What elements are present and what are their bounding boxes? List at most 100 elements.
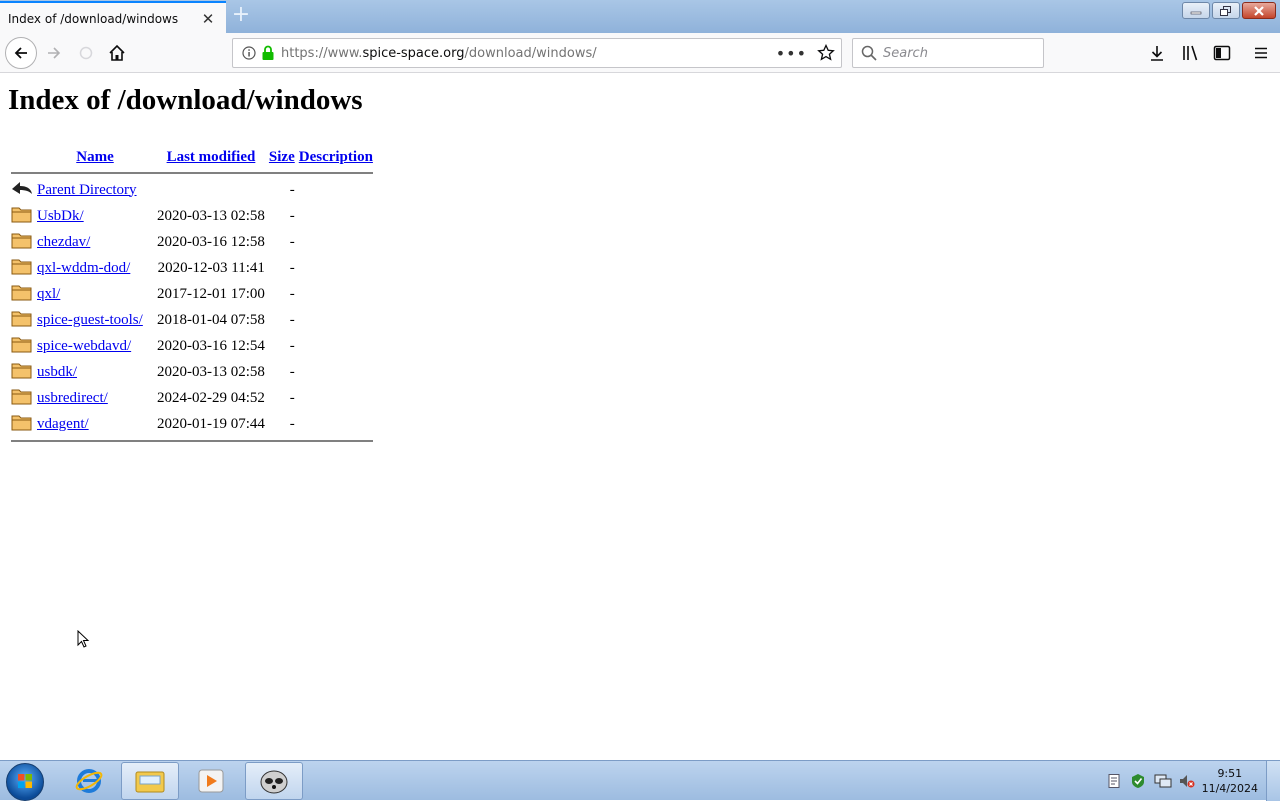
size-cell: - xyxy=(289,415,295,432)
page-actions-icon[interactable]: ••• xyxy=(776,44,807,63)
size-cell: - xyxy=(289,363,295,380)
close-tab-icon[interactable]: ✕ xyxy=(196,7,220,31)
menu-button[interactable] xyxy=(1247,39,1275,67)
size-cell: - xyxy=(289,233,295,250)
window-controls xyxy=(1182,2,1276,19)
size-cell: - xyxy=(289,311,295,328)
description-cell xyxy=(298,282,374,306)
page-content: Index of /download/windows Name Last mod… xyxy=(0,74,1280,760)
restore-icon xyxy=(1220,5,1231,16)
reload-button[interactable] xyxy=(72,39,100,67)
start-button[interactable] xyxy=(6,763,44,801)
forward-button[interactable] xyxy=(40,39,68,67)
sort-modified-link[interactable]: Last modified xyxy=(167,149,256,165)
restore-button[interactable] xyxy=(1212,2,1240,19)
taskbar-media-player[interactable] xyxy=(182,762,240,800)
folder-link[interactable]: spice-webdavd/ xyxy=(37,338,131,354)
show-desktop-button[interactable] xyxy=(1266,761,1280,801)
system-tray: 9:51 11/4/2024 xyxy=(1106,761,1280,801)
description-cell xyxy=(298,334,374,358)
folder-link[interactable]: vdagent/ xyxy=(37,416,89,432)
folder-icon xyxy=(11,389,32,404)
url-bar[interactable]: https://www.spice-space.org/download/win… xyxy=(232,38,842,68)
tab-strip: Index of /download/windows ✕ + xyxy=(0,0,1280,34)
sort-size-link[interactable]: Size xyxy=(269,149,295,165)
description-cell xyxy=(298,360,374,384)
tab-active[interactable]: Index of /download/windows ✕ xyxy=(0,1,226,34)
folder-icon-cell xyxy=(10,256,34,280)
name-cell: chezdav/ xyxy=(36,230,154,254)
minimize-button[interactable] xyxy=(1182,2,1210,19)
lock-icon[interactable] xyxy=(261,45,275,61)
folder-link[interactable]: chezdav/ xyxy=(37,234,90,250)
taskbar-app[interactable] xyxy=(245,762,303,800)
folder-icon xyxy=(135,771,165,793)
modified-cell: 2020-03-13 02:58 xyxy=(157,207,265,224)
description-cell xyxy=(298,256,374,280)
network-icon[interactable] xyxy=(1154,773,1172,789)
folder-link[interactable]: UsbDk/ xyxy=(37,208,84,224)
forward-arrow-icon xyxy=(48,47,61,59)
modified-cell: 2017-12-01 17:00 xyxy=(157,285,265,302)
divider-row xyxy=(10,170,374,176)
nav-bar: https://www.spice-space.org/download/win… xyxy=(0,33,1280,73)
folder-link[interactable]: qxl-wddm-dod/ xyxy=(37,260,130,276)
size-header: Size xyxy=(268,146,296,168)
page-title: Index of /download/windows xyxy=(8,84,363,116)
notes-icon[interactable] xyxy=(1106,773,1122,789)
library-icon xyxy=(1183,45,1198,61)
folder-link[interactable]: qxl/ xyxy=(37,286,60,302)
close-window-button[interactable] xyxy=(1242,2,1276,19)
close-icon xyxy=(1254,5,1264,16)
name-cell: spice-webdavd/ xyxy=(36,334,154,358)
sort-description-link[interactable]: Description xyxy=(299,149,373,165)
name-cell: UsbDk/ xyxy=(36,204,154,228)
folder-link[interactable]: usbredirect/ xyxy=(37,390,108,406)
search-placeholder: Search xyxy=(883,45,928,61)
header-row: Name Last modified Size Description xyxy=(10,146,374,168)
clock[interactable]: 9:51 11/4/2024 xyxy=(1202,766,1258,796)
home-button[interactable] xyxy=(103,39,131,67)
bookmark-star-icon[interactable] xyxy=(817,44,835,62)
sidebar-button[interactable] xyxy=(1208,39,1236,67)
name-cell: qxl-wddm-dod/ xyxy=(36,256,154,280)
name-header: Name xyxy=(36,146,154,168)
search-bar[interactable]: Search xyxy=(852,38,1044,68)
tab-title: Index of /download/windows xyxy=(8,11,179,26)
divider xyxy=(11,440,373,442)
description-cell xyxy=(298,308,374,332)
folder-icon-cell xyxy=(10,360,34,384)
windows-logo-icon xyxy=(18,774,32,788)
modified-cell: 2020-01-19 07:44 xyxy=(157,415,265,432)
parent-description xyxy=(298,178,374,202)
folder-icon-cell xyxy=(10,230,34,254)
folder-icon xyxy=(11,311,32,326)
info-icon[interactable] xyxy=(241,45,257,61)
description-cell xyxy=(298,386,374,410)
new-tab-icon[interactable]: + xyxy=(230,4,252,26)
size-cell: - xyxy=(289,337,295,354)
action-center-icon[interactable] xyxy=(1130,773,1148,789)
parent-name-cell: Parent Directory xyxy=(36,178,154,202)
taskbar-explorer[interactable] xyxy=(121,762,179,800)
folder-link[interactable]: spice-guest-tools/ xyxy=(37,312,143,328)
downloads-button[interactable] xyxy=(1143,39,1171,67)
library-button[interactable] xyxy=(1176,39,1204,67)
table-row: spice-guest-tools/2018-01-04 07:58 - xyxy=(10,308,374,332)
divider xyxy=(11,172,373,174)
taskbar-internet-explorer[interactable] xyxy=(60,762,118,800)
folder-icon xyxy=(11,337,32,352)
back-button[interactable] xyxy=(5,37,37,69)
sort-name-link[interactable]: Name xyxy=(76,149,114,165)
parent-directory-link[interactable]: Parent Directory xyxy=(37,182,137,198)
mouse-cursor-icon xyxy=(77,630,90,648)
description-cell xyxy=(298,230,374,254)
folder-icon xyxy=(11,415,32,430)
folder-icon xyxy=(11,259,32,274)
folder-icon xyxy=(11,233,32,248)
folder-link[interactable]: usbdk/ xyxy=(37,364,77,380)
url-text[interactable]: https://www.spice-space.org/download/win… xyxy=(281,46,597,61)
divider-row-bottom xyxy=(10,438,374,444)
volume-muted-icon[interactable] xyxy=(1178,773,1196,789)
modified-cell: 2018-01-04 07:58 xyxy=(157,311,265,328)
